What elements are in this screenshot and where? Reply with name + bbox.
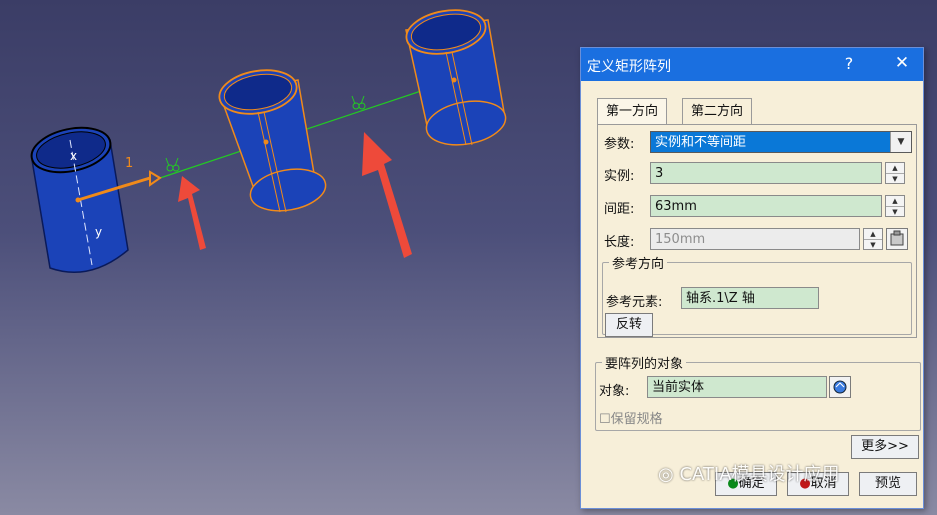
- preview-button[interactable]: 预览: [859, 472, 917, 496]
- more-button[interactable]: 更多>>: [851, 435, 919, 459]
- reference-element-label: 参考元素:: [606, 295, 663, 310]
- spacing-label: 间距:: [604, 202, 635, 217]
- dialog-title-bar[interactable]: 定义矩形阵列 ? ✕: [581, 48, 923, 81]
- tab-second-direction[interactable]: 第二方向: [682, 98, 753, 125]
- dialog-title: 定义矩形阵列: [587, 59, 671, 75]
- params-value: 实例和不等间距: [655, 135, 747, 150]
- watermark-text: CATIA模具设计应用: [679, 464, 840, 485]
- spacing-stepper[interactable]: ▲ ▼: [885, 195, 905, 217]
- axis-label-x: x: [70, 149, 77, 163]
- reference-direction-legend: 参考方向: [612, 257, 665, 272]
- watermark: ◎ CATIA模具设计应用: [658, 460, 840, 486]
- chevron-down-icon[interactable]: ▼: [890, 132, 911, 152]
- wechat-icon: ◎: [658, 464, 680, 485]
- tab-first-direction[interactable]: 第一方向: [597, 98, 668, 125]
- rect-pattern-dialog: 定义矩形阵列 ? ✕ 第一方向 第二方向 参数: 实例和不等间距 ▼ 实例: 3…: [580, 47, 924, 509]
- length-stepper: ▲ ▼: [863, 228, 883, 250]
- first-direction-panel: 参数: 实例和不等间距 ▼ 实例: 3 ▲ ▼ 间距: 63mm ▲ ▼ 长度: 1…: [597, 124, 917, 338]
- object-label: 对象:: [599, 384, 630, 399]
- instances-label: 实例:: [604, 169, 635, 184]
- annotation-arrow-2: [362, 132, 412, 258]
- object-input[interactable]: 当前实体: [647, 376, 827, 398]
- annotation-arrow-1: [178, 176, 206, 250]
- cylinder-instance-3[interactable]: [403, 4, 509, 150]
- instances-stepper[interactable]: ▲ ▼: [885, 162, 905, 184]
- length-label: 长度:: [604, 235, 635, 250]
- measure-icon[interactable]: [886, 228, 908, 250]
- help-button[interactable]: ?: [839, 54, 859, 73]
- checkbox-icon[interactable]: ☐: [599, 412, 611, 427]
- params-dropdown[interactable]: 实例和不等间距 ▼: [650, 131, 912, 153]
- params-label: 参数:: [604, 137, 635, 152]
- length-input: 150mm: [650, 228, 860, 250]
- instance-marker-1[interactable]: [165, 157, 180, 172]
- keep-spec-checkbox[interactable]: ☐保留规格: [599, 408, 663, 427]
- reverse-button[interactable]: 反转: [605, 313, 653, 337]
- instance-marker-2[interactable]: [351, 95, 366, 110]
- cylinder-original[interactable]: x y: [28, 121, 162, 274]
- keep-spec-label: 保留规格: [610, 412, 663, 427]
- spacing-input[interactable]: 63mm: [650, 195, 882, 217]
- cylinder-instance-2[interactable]: [216, 65, 329, 217]
- instances-input[interactable]: 3: [650, 162, 882, 184]
- axis-label-y: y: [95, 225, 102, 239]
- close-button[interactable]: ✕: [891, 53, 913, 73]
- object-group-legend: 要阵列的对象: [605, 357, 684, 372]
- select-object-icon[interactable]: [829, 376, 851, 398]
- reference-element-input[interactable]: 轴系.1\Z 轴: [681, 287, 819, 309]
- direction-number: 1: [125, 156, 133, 171]
